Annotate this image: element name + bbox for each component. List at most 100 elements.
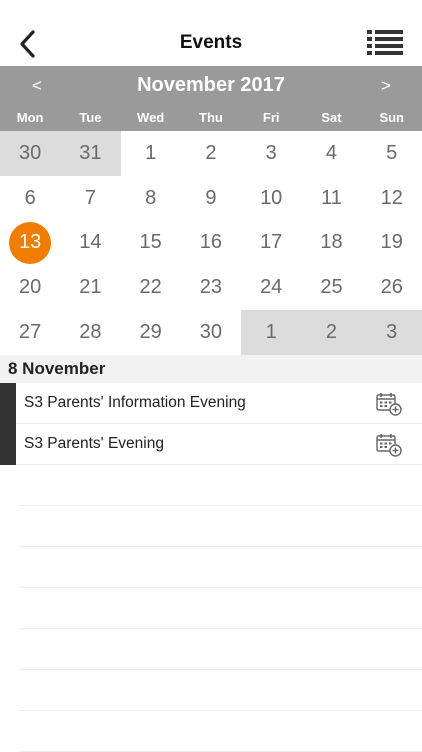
calendar-add-icon[interactable] bbox=[376, 433, 402, 457]
calendar-day[interactable]: 10 bbox=[241, 176, 301, 221]
day-number: 5 bbox=[386, 141, 398, 164]
calendar-day[interactable]: 30 bbox=[0, 131, 61, 176]
empty-list-rows bbox=[20, 465, 422, 752]
calendar-day[interactable]: 19 bbox=[362, 221, 422, 266]
selected-date-label: 8 November bbox=[0, 355, 422, 383]
calendar-day[interactable]: 16 bbox=[181, 221, 241, 266]
calendar-day[interactable]: 26 bbox=[362, 265, 422, 310]
calendar-day[interactable]: 5 bbox=[362, 131, 422, 176]
day-number: 19 bbox=[380, 231, 403, 254]
calendar-day[interactable]: 28 bbox=[60, 310, 120, 355]
top-navigation-bar: Events bbox=[0, 0, 422, 66]
calendar-day[interactable]: 2 bbox=[181, 131, 241, 176]
list-view-icon[interactable] bbox=[367, 29, 403, 57]
day-number: 28 bbox=[79, 321, 102, 344]
month-label: November 2017 bbox=[137, 74, 285, 96]
weekday-label: Tue bbox=[79, 110, 102, 125]
weekday-row: Mon Tue Wed Thu Fri Sat Sun bbox=[0, 110, 422, 130]
calendar-day-selected[interactable]: 13 bbox=[0, 221, 60, 266]
calendar-day[interactable]: 23 bbox=[181, 265, 241, 310]
day-number: 14 bbox=[79, 231, 102, 254]
calendar-day[interactable]: 15 bbox=[121, 221, 181, 266]
day-number: 2 bbox=[325, 321, 338, 344]
empty-row bbox=[20, 465, 422, 506]
day-number: 31 bbox=[79, 141, 102, 164]
calendar-add-icon[interactable] bbox=[376, 392, 402, 416]
calendar-day[interactable]: 27 bbox=[0, 310, 60, 355]
calendar-day[interactable]: 3 bbox=[361, 310, 422, 355]
day-number: 26 bbox=[380, 276, 403, 299]
calendar-day[interactable]: 29 bbox=[121, 310, 181, 355]
calendar-week-row: 27 28 29 30 1 2 3 bbox=[0, 310, 422, 355]
calendar-day[interactable]: 8 bbox=[121, 176, 181, 221]
calendar-day[interactable]: 31 bbox=[60, 131, 121, 176]
event-title: S3 Parents' Information Evening bbox=[24, 394, 246, 411]
day-number: 2 bbox=[205, 141, 217, 164]
day-number: 1 bbox=[145, 141, 157, 164]
day-number: 9 bbox=[205, 186, 217, 209]
day-number: 25 bbox=[320, 276, 343, 299]
event-item[interactable]: S3 Parents' Evening bbox=[16, 424, 422, 465]
calendar-day[interactable]: 25 bbox=[301, 265, 361, 310]
event-title: S3 Parents' Evening bbox=[24, 435, 164, 452]
calendar-day[interactable]: 17 bbox=[241, 221, 301, 266]
calendar-grid: 30 31 1 2 3 4 5 6 7 8 9 10 11 12 13 14 15 16 17 18 19 20 21 22 2… bbox=[0, 131, 422, 355]
calendar-day[interactable]: 12 bbox=[362, 176, 422, 221]
day-number: 7 bbox=[84, 186, 96, 209]
calendar-day[interactable]: 21 bbox=[60, 265, 120, 310]
day-number: 11 bbox=[321, 186, 342, 209]
event-list: S3 Parents' Information Evening S3 Parent… bbox=[0, 383, 422, 465]
calendar-day[interactable]: 18 bbox=[301, 221, 361, 266]
empty-row bbox=[20, 506, 422, 547]
calendar-week-row: 20 21 22 23 24 25 26 bbox=[0, 265, 422, 310]
calendar-day[interactable]: 4 bbox=[301, 131, 361, 176]
day-number: 30 bbox=[19, 141, 42, 164]
calendar-day[interactable]: 9 bbox=[181, 176, 241, 221]
calendar-day[interactable]: 22 bbox=[121, 265, 181, 310]
day-number: 12 bbox=[380, 186, 403, 209]
calendar-week-row: 6 7 8 9 10 11 12 bbox=[0, 176, 422, 221]
day-number: 16 bbox=[199, 231, 223, 254]
calendar-day[interactable]: 24 bbox=[241, 265, 301, 310]
calendar-day[interactable]: 11 bbox=[301, 176, 361, 221]
day-number: 18 bbox=[320, 231, 343, 254]
day-number: 29 bbox=[139, 321, 162, 344]
day-number: 20 bbox=[19, 276, 42, 299]
day-number: 8 bbox=[145, 186, 157, 209]
calendar-week-row: 30 31 1 2 3 4 5 bbox=[0, 131, 422, 176]
empty-row bbox=[20, 711, 422, 752]
empty-row bbox=[20, 629, 422, 670]
calendar-day[interactable]: 20 bbox=[0, 265, 60, 310]
weekday-label: Wed bbox=[137, 110, 165, 125]
weekday-label: Fri bbox=[262, 110, 280, 125]
empty-row bbox=[20, 588, 422, 629]
day-number: 1 bbox=[265, 321, 277, 344]
day-number: 22 bbox=[139, 276, 162, 299]
calendar-day[interactable]: 7 bbox=[60, 176, 120, 221]
day-number: 30 bbox=[199, 321, 223, 344]
day-number: 13 bbox=[9, 221, 52, 264]
page-title: Events bbox=[179, 32, 243, 53]
day-number: 21 bbox=[79, 276, 102, 299]
calendar-day[interactable]: 1 bbox=[241, 310, 302, 355]
day-number: 3 bbox=[386, 321, 398, 344]
weekday-label: Sun bbox=[379, 110, 404, 125]
calendar-week-row: 13 14 15 16 17 18 19 bbox=[0, 221, 422, 266]
event-item[interactable]: S3 Parents' Information Evening bbox=[16, 383, 422, 424]
calendar-day[interactable]: 3 bbox=[241, 131, 301, 176]
day-number: 27 bbox=[19, 321, 42, 344]
day-number: 3 bbox=[265, 141, 277, 164]
weekday-label: Mon bbox=[16, 110, 44, 125]
calendar-day[interactable]: 30 bbox=[181, 310, 241, 355]
day-number: 23 bbox=[199, 276, 223, 299]
calendar-day[interactable]: 1 bbox=[121, 131, 181, 176]
calendar-day[interactable]: 2 bbox=[301, 310, 362, 355]
day-number: 17 bbox=[260, 231, 283, 254]
next-month-button[interactable]: > bbox=[371, 76, 401, 96]
calendar-day[interactable]: 14 bbox=[60, 221, 120, 266]
empty-row bbox=[20, 670, 422, 711]
calendar-header: < November 2017 > Mon Tue Wed Thu Fri Sat Sun bbox=[0, 66, 422, 131]
calendar-day[interactable]: 6 bbox=[0, 176, 60, 221]
day-number: 10 bbox=[260, 186, 283, 209]
weekday-label: Thu bbox=[199, 110, 223, 125]
